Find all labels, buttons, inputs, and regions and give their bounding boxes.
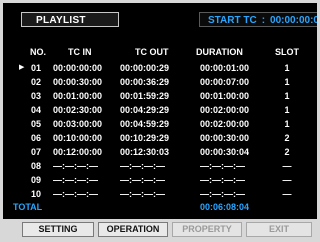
row-tc-out: 00:01:59:29 [120,91,170,101]
row-slot: — [282,161,292,171]
setting-button[interactable]: SETTING [22,222,94,237]
col-header-duration: DURATION [196,47,243,57]
row-tc-in: 00:10:00:00 [53,133,103,143]
row-duration: 00:00:07:00 [200,77,250,87]
row-tc-in: 00:01:00:00 [53,91,103,101]
row-no: 04 [31,105,42,115]
column-header-row: NO. TC IN TC OUT DURATION SLOT [3,46,317,58]
row-tc-out: —:—:—:— [120,189,165,199]
table-row[interactable]: 06 00:10:00:00 00:10:29:29 00:00:30:00 2 [3,132,317,144]
table-row[interactable]: 02 00:00:30:00 00:00:36:29 00:00:07:00 1 [3,76,317,88]
table-row[interactable]: 07 00:12:00:00 00:12:30:03 00:00:30:04 2 [3,146,317,158]
table-row[interactable]: 10 —:—:—:— —:—:—:— —:—:—:— — [3,188,317,200]
col-header-no: NO. [30,47,47,57]
exit-button[interactable]: EXIT [246,222,312,237]
col-header-tc-out: TC OUT [135,47,169,57]
row-tc-out: 00:00:00:29 [120,63,170,73]
total-label: TOTAL [13,202,43,212]
row-slot: 1 [284,119,290,129]
row-tc-in: 00:00:00:00 [53,63,103,73]
row-no: 02 [31,77,42,87]
table-row[interactable]: ▶ 01 00:00:00:00 00:00:00:29 00:00:01:00… [3,62,317,74]
row-slot: — [282,175,292,185]
row-tc-in: —:—:—:— [53,161,98,171]
col-header-slot: SLOT [275,47,299,57]
property-button[interactable]: PROPERTY [172,222,242,237]
row-tc-in: 00:02:30:00 [53,105,103,115]
row-tc-out: 00:04:59:29 [120,119,170,129]
row-duration: 00:01:00:00 [200,91,250,101]
row-slot: 1 [284,105,290,115]
table-row[interactable]: 08 —:—:—:— —:—:—:— —:—:—:— — [3,160,317,172]
row-tc-in: 00:00:30:00 [53,77,103,87]
row-duration: —:—:—:— [200,161,245,171]
function-button-bar: SETTING OPERATION PROPERTY EXIT [0,222,320,242]
row-duration: 00:00:30:00 [200,133,250,143]
row-slot: 1 [284,91,290,101]
row-duration: 00:00:01:00 [200,63,250,73]
row-slot: 1 [284,63,290,73]
table-row[interactable]: 05 00:03:00:00 00:04:59:29 00:02:00:00 1 [3,118,317,130]
row-tc-out: 00:10:29:29 [120,133,170,143]
start-tc-display: START TC:00:00:00:00 [199,12,317,27]
row-duration: 00:02:00:00 [200,105,250,115]
row-no: 10 [31,189,42,199]
row-duration: 00:02:00:00 [200,119,250,129]
playlist-screen: PLAYLIST START TC:00:00:00:00 NO. TC IN … [3,3,317,219]
col-header-tc-in: TC IN [68,47,92,57]
table-row[interactable]: 04 00:02:30:00 00:04:29:29 00:02:00:00 1 [3,104,317,116]
row-slot: 1 [284,77,290,87]
row-slot: — [282,189,292,199]
row-tc-in: —:—:—:— [53,175,98,185]
current-row-arrow-icon: ▶ [19,64,25,71]
row-tc-out: 00:04:29:29 [120,105,170,115]
operation-button[interactable]: OPERATION [98,222,168,237]
row-no: 05 [31,119,42,129]
row-tc-out: 00:12:30:03 [120,147,170,157]
row-duration: —:—:—:— [200,189,245,199]
table-row[interactable]: 09 —:—:—:— —:—:—:— —:—:—:— — [3,174,317,186]
row-tc-out: —:—:—:— [120,161,165,171]
start-tc-value: 00:00:00:00 [270,15,317,26]
total-duration: 00:06:08:04 [200,202,250,212]
table-row[interactable]: 03 00:01:00:00 00:01:59:29 00:01:00:00 1 [3,90,317,102]
screen-title: PLAYLIST [21,12,119,27]
row-no: 06 [31,133,42,143]
row-no: 01 [31,63,42,73]
row-duration: —:—:—:— [200,175,245,185]
row-tc-in: 00:12:00:00 [53,147,103,157]
row-tc-out: —:—:—:— [120,175,165,185]
row-slot: 2 [284,147,290,157]
row-tc-in: —:—:—:— [53,189,98,199]
total-row: TOTAL 00:06:08:04 [3,201,317,213]
row-duration: 00:00:30:04 [200,147,250,157]
row-tc-out: 00:00:36:29 [120,77,170,87]
row-no: 03 [31,91,42,101]
row-slot: 2 [284,133,290,143]
row-no: 07 [31,147,42,157]
row-no: 08 [31,161,42,171]
start-tc-separator: : [261,15,266,26]
start-tc-label: START TC [208,15,257,26]
row-no: 09 [31,175,42,185]
row-tc-in: 00:03:00:00 [53,119,103,129]
